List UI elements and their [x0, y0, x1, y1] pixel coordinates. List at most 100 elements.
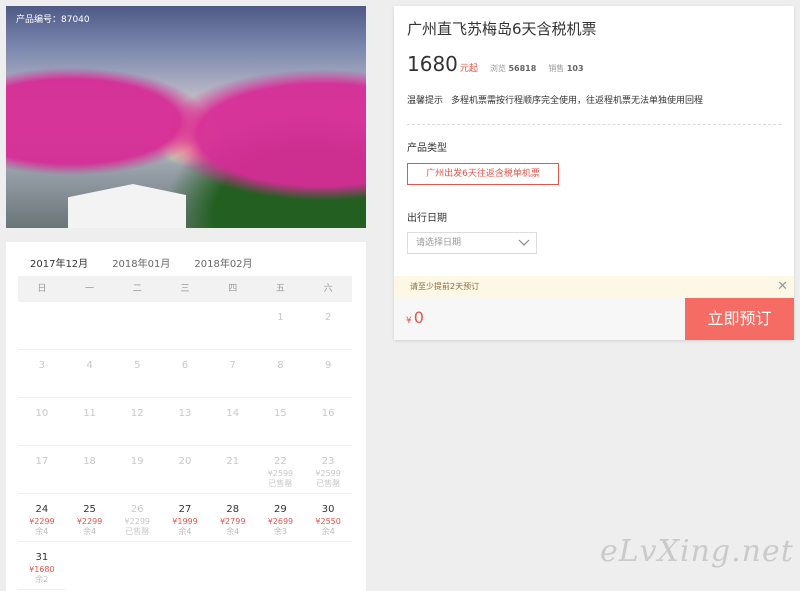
- day-stock: 已售罄: [316, 479, 341, 488]
- price-value: 1680: [407, 52, 458, 76]
- calendar-day[interactable]: 27 ¥1999 余4: [161, 494, 209, 542]
- calendar-day[interactable]: 28 ¥2799 余4: [208, 494, 257, 542]
- sales-count: 103: [566, 64, 584, 73]
- calendar-day: [113, 302, 162, 350]
- day-number: 14: [226, 408, 240, 419]
- day-number: 24: [35, 504, 49, 515]
- calendar-day: 12: [113, 398, 162, 446]
- day-stock: 余4: [83, 527, 97, 536]
- weekday-sun: 日: [37, 284, 47, 294]
- product-type-label: 产品类型: [407, 143, 447, 154]
- product-photo: 产品编号：87040: [6, 6, 366, 228]
- product-code: 产品编号：87040: [16, 15, 90, 25]
- day-number: 2: [324, 312, 332, 323]
- calendar-day: 7: [208, 350, 257, 398]
- day-number: 1: [277, 312, 284, 323]
- day-price: ¥2299: [124, 517, 150, 526]
- close-icon[interactable]: ✕: [777, 276, 788, 298]
- price-unit: 元起: [459, 64, 478, 74]
- price-calendar: 2017年12月 2018年01月 2018年02月 日 一 二 三 四 五 六…: [6, 242, 366, 591]
- calendar-day: 22 ¥2599 已售罄: [256, 446, 305, 494]
- day-number: 18: [83, 456, 96, 467]
- day-number: 13: [178, 408, 192, 419]
- calendar-day[interactable]: 25 ¥2299 余4: [65, 494, 114, 542]
- calendar-day: 23 ¥2599 已售罄: [304, 446, 352, 494]
- views-stat: 浏览 56818: [490, 63, 536, 74]
- calendar-day: 9: [304, 350, 352, 398]
- day-price: ¥2799: [219, 517, 246, 526]
- day-stock: 余4: [226, 527, 240, 536]
- booking-footer: ¥0 立即预订: [394, 298, 794, 340]
- photo-wall-detail: [68, 184, 186, 228]
- day-price: ¥2599: [267, 469, 294, 478]
- booking-panel: 广州直飞苏梅岛6天含税机票 1680 元起 浏览 56818 销售 103 温馨…: [394, 6, 794, 340]
- day-stock: 余4: [178, 527, 192, 536]
- day-number: 6: [181, 360, 189, 371]
- day-stock: 余2: [35, 575, 49, 584]
- calendar-day: 17: [18, 446, 66, 494]
- book-now-button[interactable]: 立即预订: [685, 298, 794, 340]
- divider: [407, 124, 781, 125]
- currency-symbol: ¥: [406, 316, 412, 326]
- day-number: 12: [130, 408, 144, 419]
- day-number: 19: [130, 456, 144, 467]
- weekday-tue: 二: [132, 284, 142, 294]
- advance-booking-warning: 请至少提前2天预订 ✕: [394, 276, 794, 298]
- tip-line: 温馨提示 多程机票需按行程顺序完全使用，往返程机票无法单独使用回程: [407, 93, 711, 106]
- calendar-day[interactable]: 31 ¥1680 余2: [18, 542, 66, 590]
- calendar-day: [65, 302, 114, 350]
- calendar-day: 19: [113, 446, 162, 494]
- calendar-day: 11: [65, 398, 114, 446]
- day-number: 5: [134, 360, 141, 371]
- day-number: 30: [321, 504, 335, 515]
- calendar-day: 4: [65, 350, 114, 398]
- day-number: 23: [321, 456, 335, 467]
- weekday-mon: 一: [85, 284, 95, 294]
- weekday-sat: 六: [323, 284, 333, 294]
- travel-date-label: 出行日期: [407, 213, 447, 224]
- day-price: ¥2299: [29, 517, 55, 526]
- day-number: 15: [274, 408, 287, 419]
- day-number: 16: [321, 408, 335, 419]
- calendar-day[interactable]: 29 ¥2699 余3: [256, 494, 305, 542]
- total-price: ¥0: [406, 308, 424, 327]
- calendar-day: 2: [304, 302, 352, 350]
- day-number: 11: [83, 408, 96, 419]
- calendar-day: 16: [304, 398, 352, 446]
- calendar-day: 10: [18, 398, 66, 446]
- weekday-thu: 四: [228, 284, 238, 294]
- day-number: 31: [35, 552, 49, 563]
- calendar-day: [161, 302, 209, 350]
- product-title: 广州直飞苏梅岛6天含税机票: [407, 20, 597, 38]
- day-price: ¥1999: [172, 517, 198, 526]
- views-label: 浏览: [489, 64, 506, 73]
- day-grid: 1 2 3 4 5 6 7 8 9 10 11 12 13 14 15 16 17 18 19 20 21 22 ¥2599…: [18, 302, 352, 590]
- sales-label: 销售: [548, 64, 565, 73]
- sales-stat: 销售 103: [548, 63, 583, 74]
- date-select[interactable]: 请选择日期: [407, 232, 537, 254]
- calendar-day[interactable]: 24 ¥2299 余4: [18, 494, 66, 542]
- price-row: 1680 元起 浏览 56818 销售 103: [407, 52, 584, 76]
- day-number: 28: [226, 504, 240, 515]
- day-number: 8: [277, 360, 284, 371]
- weekday-header: 日 一 二 三 四 五 六: [18, 276, 352, 302]
- calendar-day: 5: [113, 350, 162, 398]
- chevron-down-icon: [518, 233, 530, 253]
- calendar-day[interactable]: 30 ¥2550 余4: [304, 494, 352, 542]
- day-stock: 已售罄: [125, 527, 150, 536]
- calendar-day: [18, 302, 66, 350]
- day-number: 4: [86, 360, 93, 371]
- product-option-button[interactable]: 广州出发6天往返含税单机票: [407, 163, 559, 185]
- tip-label: 温馨提示: [407, 96, 444, 106]
- calendar-day: 6: [161, 350, 209, 398]
- calendar-day: 15: [256, 398, 305, 446]
- day-stock: 余3: [273, 527, 287, 536]
- warning-text: 请至少提前2天预订: [410, 282, 480, 291]
- calendar-day: 13: [161, 398, 209, 446]
- weekday-wed: 三: [180, 284, 190, 294]
- day-number: 29: [274, 504, 287, 515]
- total-value: 0: [413, 308, 424, 327]
- day-price: ¥2550: [315, 517, 341, 526]
- calendar-day: 3: [18, 350, 66, 398]
- day-price: ¥2299: [76, 517, 103, 526]
